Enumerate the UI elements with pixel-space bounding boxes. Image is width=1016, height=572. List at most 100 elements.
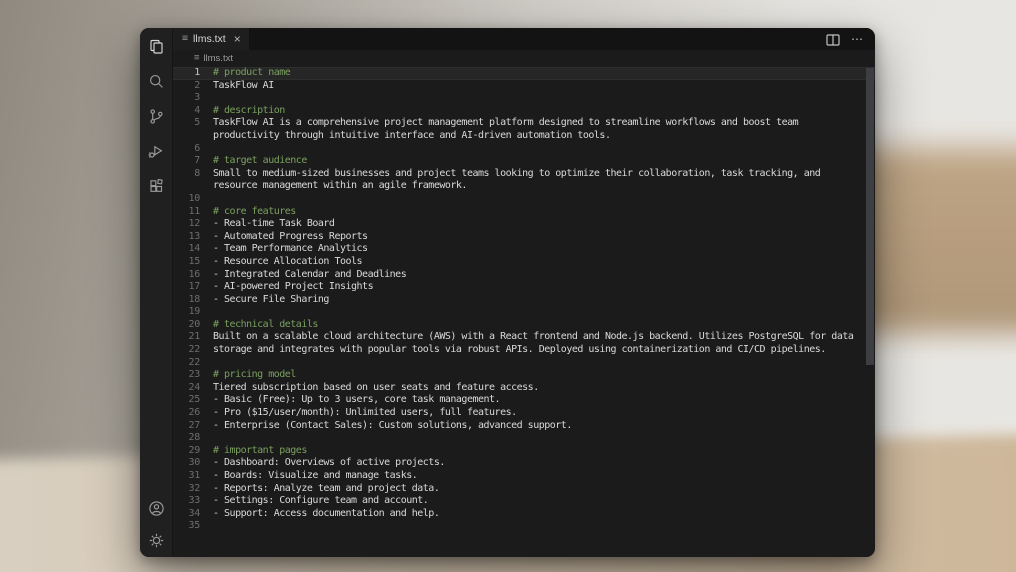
code-line[interactable]: 21 Built on a scalable cloud architectur… [173,331,875,344]
line-text[interactable]: - Reports: Analyze team and project data… [200,483,875,496]
line-text[interactable]: - Integrated Calendar and Deadlines [200,269,875,282]
code-line[interactable]: 18 - Secure File Sharing [173,294,875,307]
tab-llms-txt[interactable]: ≡ llms.txt × [173,28,250,50]
search-icon[interactable] [148,73,165,90]
line-text[interactable]: # product name [200,67,875,80]
line-text[interactable]: - Pro ($15/user/month): Unlimited users,… [200,407,875,420]
code-editor[interactable]: 1 # product name 2 TaskFlow AI 3 4 # des… [173,66,875,557]
line-number[interactable] [173,130,200,143]
code-line[interactable]: 1 # product name [173,67,875,80]
line-number[interactable]: 31 [173,470,201,483]
line-number[interactable]: 22 [173,344,201,357]
line-text[interactable]: - Basic (Free): Up to 3 users, core task… [200,394,875,407]
line-number[interactable]: 19 [173,306,201,319]
close-tab-icon[interactable]: × [234,33,241,45]
line-number[interactable]: 24 [173,382,201,395]
line-text[interactable]: Small to medium-sized businesses and pro… [200,168,875,181]
code-line[interactable]: 20 # technical details [173,319,875,332]
line-number[interactable]: 3 [173,92,200,105]
code-line[interactable]: 8 Small to medium-sized businesses and p… [173,168,875,181]
code-line[interactable]: 33 - Settings: Configure team and accoun… [173,495,875,508]
line-number[interactable]: 16 [173,269,201,282]
code-line[interactable]: 14 - Team Performance Analytics [173,243,875,256]
line-text[interactable]: # technical details [200,319,875,332]
line-text[interactable]: # target audience [200,155,875,168]
line-text[interactable]: # pricing model [200,369,875,382]
code-line[interactable]: 16 - Integrated Calendar and Deadlines [173,269,875,282]
line-number[interactable]: 33 [173,495,201,508]
code-line[interactable]: productivity through intuitive interface… [173,130,875,143]
line-number[interactable]: 29 [173,445,201,458]
line-number[interactable]: 34 [173,508,201,521]
line-text[interactable] [200,193,875,206]
code-line[interactable]: 29 # important pages [173,445,875,458]
line-number[interactable]: 21 [173,331,201,344]
run-debug-icon[interactable] [148,143,165,160]
line-number[interactable] [173,180,200,193]
code-line[interactable]: 4 # description [173,105,875,118]
line-text[interactable] [200,520,875,533]
line-number[interactable]: 5 [173,117,200,130]
line-text[interactable]: Tiered subscription based on user seats … [200,382,875,395]
line-text[interactable]: - Boards: Visualize and manage tasks. [200,470,875,483]
line-text[interactable]: - Resource Allocation Tools [200,256,875,269]
line-number[interactable]: 27 [173,420,201,433]
line-number[interactable]: 2 [173,80,200,93]
line-text[interactable]: - Support: Access documentation and help… [200,508,875,521]
code-line[interactable]: 7 # target audience [173,155,875,168]
settings-gear-icon[interactable] [148,532,165,549]
code-line[interactable]: 31 - Boards: Visualize and manage tasks. [173,470,875,483]
code-line[interactable]: 6 [173,143,875,156]
split-editor-icon[interactable] [826,33,840,46]
line-number[interactable]: 6 [173,143,200,156]
line-number[interactable]: 32 [173,483,201,496]
line-text[interactable]: resource management within an agile fram… [200,180,875,193]
line-text[interactable]: - Automated Progress Reports [200,231,875,244]
line-number[interactable]: 7 [173,155,200,168]
line-text[interactable]: TaskFlow AI [200,80,875,93]
source-control-icon[interactable] [148,108,165,125]
code-line[interactable]: 13 - Automated Progress Reports [173,231,875,244]
explorer-icon[interactable] [148,38,165,55]
line-number[interactable]: 26 [173,407,201,420]
line-number[interactable]: 30 [173,457,201,470]
code-line[interactable]: 3 [173,92,875,105]
code-line[interactable]: 30 - Dashboard: Overviews of active proj… [173,457,875,470]
line-text[interactable]: - Settings: Configure team and account. [200,495,875,508]
extensions-icon[interactable] [148,178,165,195]
code-line[interactable]: 12 - Real-time Task Board [173,218,875,231]
code-line[interactable]: 34 - Support: Access documentation and h… [173,508,875,521]
line-text[interactable]: - Secure File Sharing [200,294,875,307]
line-text[interactable] [200,143,875,156]
line-number[interactable]: 28 [173,432,201,445]
code-line[interactable]: 26 - Pro ($15/user/month): Unlimited use… [173,407,875,420]
code-line[interactable]: 23 # pricing model [173,369,875,382]
line-text[interactable]: Built on a scalable cloud architecture (… [200,331,875,344]
more-actions-icon[interactable]: ⋯ [851,33,864,45]
line-number[interactable]: 1 [173,67,200,80]
line-number[interactable]: 12 [173,218,201,231]
line-number[interactable]: 18 [173,294,201,307]
line-text[interactable]: - Dashboard: Overviews of active project… [200,457,875,470]
line-text[interactable]: - Team Performance Analytics [200,243,875,256]
line-number[interactable]: 35 [173,520,201,533]
scrollbar[interactable] [866,67,875,557]
line-number[interactable]: 15 [173,256,201,269]
scrollbar-thumb[interactable] [866,68,874,365]
line-number[interactable]: 22 [173,357,201,370]
breadcrumb[interactable]: ≡ llms.txt [173,50,875,66]
code-line[interactable]: 25 - Basic (Free): Up to 3 users, core t… [173,394,875,407]
line-number[interactable]: 25 [173,394,201,407]
code-line[interactable]: 15 - Resource Allocation Tools [173,256,875,269]
line-text[interactable]: # important pages [200,445,875,458]
code-line[interactable]: resource management within an agile fram… [173,180,875,193]
line-number[interactable]: 13 [173,231,201,244]
code-line[interactable]: 2 TaskFlow AI [173,80,875,93]
code-line[interactable]: 19 [173,306,875,319]
code-line[interactable]: 22 [173,357,875,370]
line-text[interactable]: - AI-powered Project Insights [200,281,875,294]
line-text[interactable]: productivity through intuitive interface… [200,130,875,143]
line-text[interactable] [200,357,875,370]
code-line[interactable]: 27 - Enterprise (Contact Sales): Custom … [173,420,875,433]
code-line[interactable]: 32 - Reports: Analyze team and project d… [173,483,875,496]
